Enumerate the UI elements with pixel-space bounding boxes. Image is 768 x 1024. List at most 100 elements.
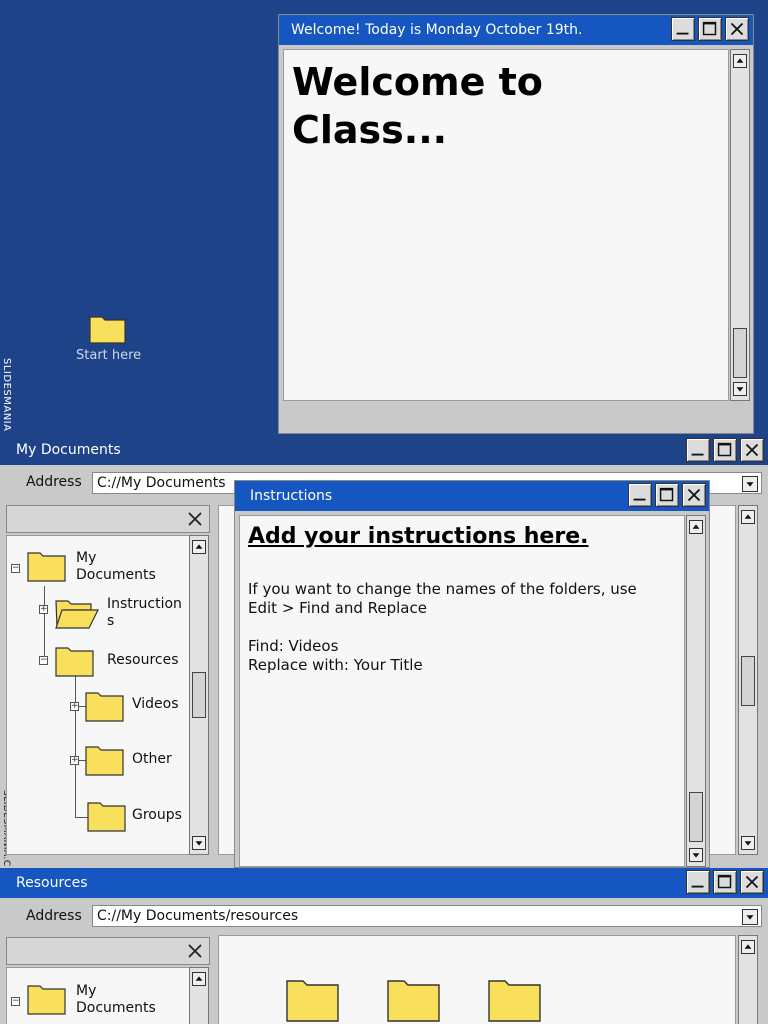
maximize-button[interactable] — [713, 438, 737, 462]
close-icon — [745, 875, 759, 889]
folder-icon[interactable] — [27, 548, 67, 582]
resources-scrollbar[interactable] — [738, 935, 758, 1024]
tree-search-bar[interactable] — [6, 505, 210, 533]
arrow-up-icon — [744, 944, 752, 949]
explorer-title: My Documents — [16, 441, 121, 458]
start-here-folder-icon[interactable] — [89, 312, 127, 344]
open-folder-icon[interactable] — [54, 596, 100, 630]
scroll-thumb[interactable] — [689, 792, 703, 842]
explorer-panel: My Documents Address C://My Documents SL… — [0, 434, 768, 868]
tree-close-icon[interactable] — [186, 510, 204, 528]
resources-title: Resources — [16, 875, 88, 891]
address-dropdown-button[interactable] — [742, 476, 758, 492]
address-dropdown-button[interactable] — [742, 909, 758, 925]
arrow-down-icon — [692, 853, 700, 858]
close-button[interactable] — [725, 17, 749, 41]
instructions-scrollbar[interactable] — [686, 515, 706, 867]
welcome-title: Welcome! Today is Monday October 19th. — [291, 22, 583, 38]
tree-label-my-documents[interactable]: My Documents — [76, 550, 166, 584]
tree-label-other[interactable]: Other — [132, 751, 172, 768]
scroll-thumb[interactable] — [192, 672, 206, 718]
chevron-down-icon — [746, 915, 754, 920]
tree-label-instructions[interactable]: Instruction s — [107, 596, 187, 630]
maximize-button[interactable] — [655, 483, 679, 507]
folder-icon[interactable] — [27, 981, 67, 1015]
start-here-label[interactable]: Start here — [76, 347, 141, 364]
close-icon — [687, 488, 701, 502]
scroll-up-button[interactable] — [689, 520, 703, 534]
tree-line — [44, 586, 45, 662]
tree-search-bar[interactable] — [6, 937, 210, 965]
minimize-button[interactable] — [628, 483, 652, 507]
arrow-up-icon — [692, 524, 700, 529]
instructions-heading: Add your instructions here. — [248, 524, 589, 549]
scroll-thumb[interactable] — [741, 656, 755, 706]
folder-icon[interactable] — [286, 976, 340, 1022]
tree-close-icon[interactable] — [186, 942, 204, 960]
scroll-up-button[interactable] — [192, 972, 206, 986]
tree-scrollbar[interactable] — [189, 967, 209, 1024]
arrow-down-icon — [195, 841, 203, 846]
folder-icon[interactable] — [488, 976, 542, 1022]
chevron-down-icon — [746, 482, 754, 487]
tree-label-groups[interactable]: Groups — [132, 807, 182, 824]
minimize-button[interactable] — [686, 870, 710, 894]
scroll-up-button[interactable] — [741, 940, 755, 954]
scroll-down-button[interactable] — [689, 848, 703, 862]
arrow-up-icon — [736, 58, 744, 63]
folder-icon[interactable] — [85, 688, 125, 722]
arrow-up-icon — [744, 514, 752, 519]
tree-label-resources[interactable]: Resources — [107, 652, 179, 669]
welcome-scrollbar[interactable] — [730, 49, 750, 401]
scroll-up-button[interactable] — [741, 510, 755, 524]
expand-icon[interactable]: + — [70, 702, 79, 711]
maximize-button[interactable] — [713, 870, 737, 894]
instructions-content: Add your instructions here. If you want … — [239, 515, 685, 867]
close-icon — [730, 22, 744, 36]
folder-icon[interactable] — [387, 976, 441, 1022]
close-icon — [745, 443, 759, 457]
watermark: SLIDESMANIA — [1, 358, 12, 432]
minimize-button[interactable] — [671, 17, 695, 41]
maximize-icon — [659, 487, 674, 502]
explorer-titlebar[interactable]: My Documents — [0, 434, 768, 465]
instructions-line-4: Replace with: Your Title — [248, 656, 423, 674]
instructions-line-2: Edit > Find and Replace — [248, 599, 427, 617]
resources-titlebar[interactable]: Resources — [0, 868, 768, 898]
maximize-icon — [717, 874, 732, 889]
welcome-heading: Welcome to Class... — [292, 60, 543, 152]
instructions-title: Instructions — [250, 488, 333, 504]
tree-label-my-documents[interactable]: My Documents — [76, 983, 166, 1017]
address-label: Address — [26, 474, 82, 490]
tree-scrollbar[interactable] — [189, 535, 209, 855]
scroll-down-button[interactable] — [192, 836, 206, 850]
expand-icon[interactable]: + — [70, 756, 79, 765]
instructions-window: Instructions Add your instructions here.… — [234, 480, 710, 868]
close-button[interactable] — [682, 483, 706, 507]
folder-icon[interactable] — [85, 742, 125, 776]
minimize-button[interactable] — [686, 438, 710, 462]
explorer-scrollbar[interactable] — [738, 505, 758, 855]
collapse-icon[interactable]: − — [11, 564, 20, 573]
collapse-icon[interactable]: − — [11, 997, 20, 1006]
tree-label-videos[interactable]: Videos — [132, 696, 179, 713]
expand-icon[interactable]: + — [39, 605, 48, 614]
arrow-up-icon — [195, 544, 203, 549]
welcome-window: Welcome! Today is Monday October 19th. W… — [278, 14, 754, 434]
scroll-thumb[interactable] — [733, 328, 747, 378]
resources-panel: Resources Address C://My Documents/resou… — [0, 868, 768, 1024]
scroll-up-button[interactable] — [733, 54, 747, 68]
minimize-icon — [676, 32, 689, 35]
instructions-line-1: If you want to change the names of the f… — [248, 580, 637, 598]
close-button[interactable] — [740, 438, 764, 462]
scroll-down-button[interactable] — [733, 382, 747, 396]
address-field[interactable]: C://My Documents/resources — [92, 905, 762, 927]
folder-icon[interactable] — [87, 798, 127, 832]
maximize-button[interactable] — [698, 17, 722, 41]
close-button[interactable] — [740, 870, 764, 894]
arrow-down-icon — [744, 841, 752, 846]
collapse-icon[interactable]: − — [39, 656, 48, 665]
scroll-up-button[interactable] — [192, 540, 206, 554]
scroll-down-button[interactable] — [741, 836, 755, 850]
folder-icon[interactable] — [55, 643, 95, 677]
